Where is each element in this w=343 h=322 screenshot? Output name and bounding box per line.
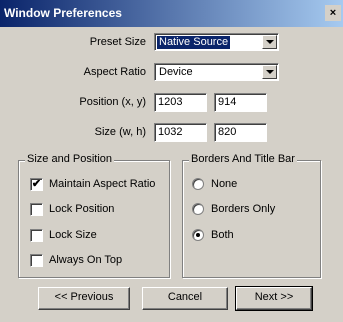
size-position-group: Size and Position ✔ Maintain Aspect Rati… [18, 153, 170, 278]
cancel-button[interactable]: Cancel [142, 287, 228, 310]
checkbox-icon[interactable] [30, 203, 43, 216]
borders-titlebar-title: Borders And Title Bar [189, 153, 297, 165]
aspect-ratio-label: Aspect Ratio [83, 66, 146, 78]
radio-selected-icon[interactable] [192, 229, 204, 241]
preset-size-value: Native Source [157, 36, 231, 49]
size-position-title: Size and Position [25, 153, 114, 165]
borders-titlebar-group: Borders And Title Bar None Borders Only … [182, 153, 321, 278]
close-icon[interactable]: × [325, 5, 341, 21]
checkbox-icon[interactable] [30, 229, 43, 242]
next-button[interactable]: Next >> [235, 286, 313, 311]
checkbox-icon[interactable] [30, 254, 43, 267]
preset-size-dropdown[interactable]: Native Source [154, 33, 279, 51]
preferences-window: Window Preferences × Preset Size Native … [0, 0, 343, 322]
previous-button[interactable]: << Previous [38, 287, 130, 310]
chevron-down-icon[interactable] [262, 65, 277, 79]
size-label: Size (w, h) [94, 126, 146, 138]
position-label: Position (x, y) [79, 96, 146, 108]
chevron-down-icon[interactable] [262, 35, 277, 49]
position-y-field[interactable]: 914 [214, 93, 267, 112]
radio-icon[interactable] [192, 203, 204, 215]
aspect-ratio-value: Device [159, 66, 193, 78]
radio-icon[interactable] [192, 178, 204, 190]
title-bar[interactable]: Window Preferences × [0, 0, 343, 27]
size-h-field[interactable]: 820 [214, 123, 267, 142]
aspect-ratio-dropdown[interactable]: Device [154, 63, 279, 81]
window-title: Window Preferences [4, 6, 122, 20]
size-w-field[interactable]: 1032 [154, 123, 207, 142]
position-x-field[interactable]: 1203 [154, 93, 207, 112]
preset-size-label: Preset Size [89, 36, 146, 48]
check-icon[interactable]: ✔ [30, 178, 43, 191]
